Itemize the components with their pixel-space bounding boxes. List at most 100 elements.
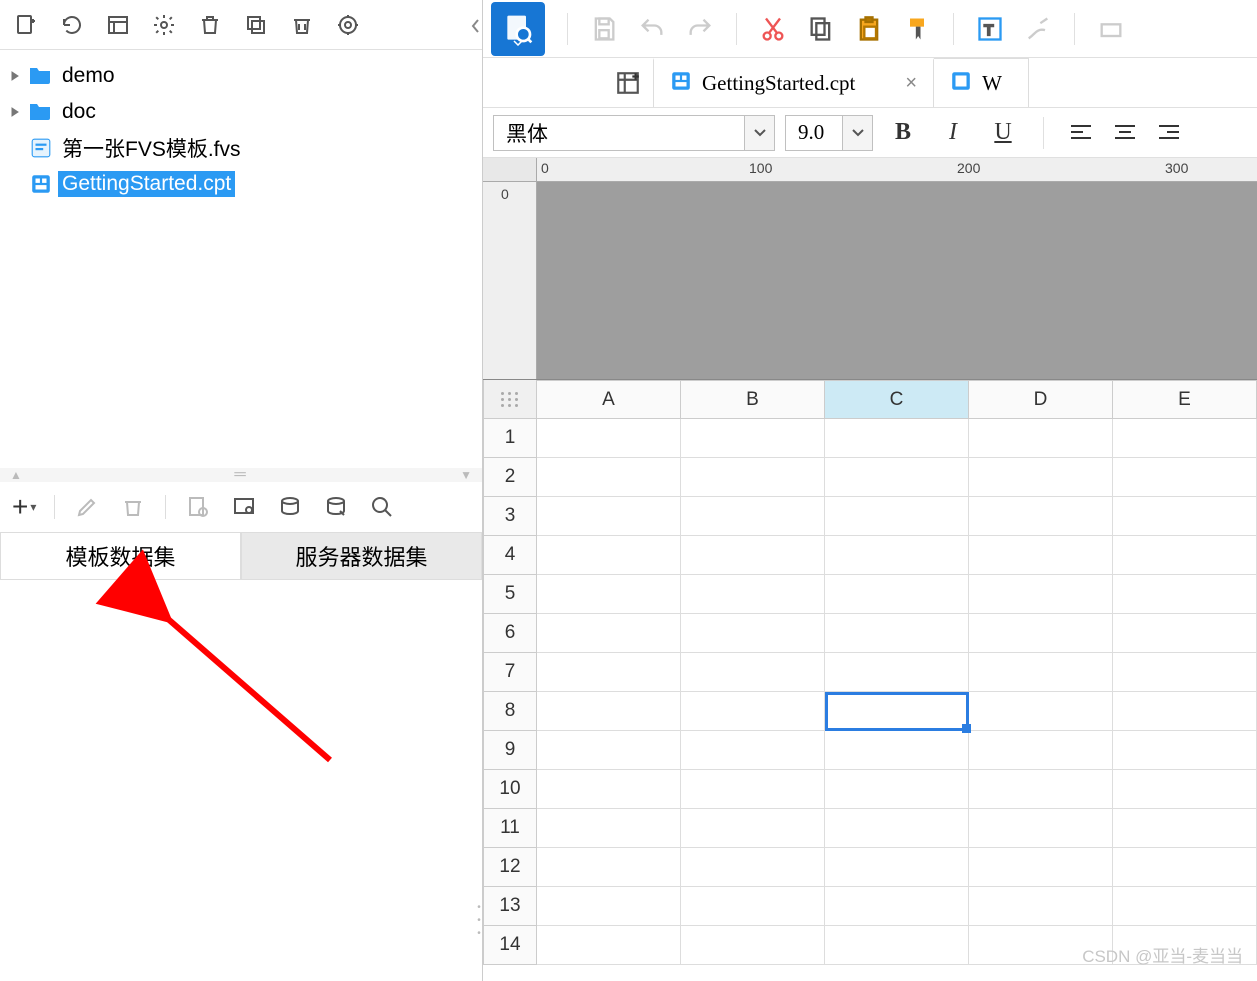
- cell[interactable]: [1113, 848, 1257, 887]
- tree-file-fvs[interactable]: 第一张FVS模板.fvs: [0, 130, 482, 166]
- cell[interactable]: [825, 887, 969, 926]
- format-painter-icon[interactable]: [895, 7, 939, 51]
- cell[interactable]: [1113, 614, 1257, 653]
- bold-button[interactable]: B: [883, 115, 923, 151]
- tab-server-dataset[interactable]: 服务器数据集: [241, 532, 482, 580]
- row-header[interactable]: 13: [483, 887, 537, 926]
- row-header[interactable]: 8: [483, 692, 537, 731]
- cell[interactable]: [825, 731, 969, 770]
- column-header[interactable]: A: [537, 380, 681, 419]
- row-header[interactable]: 12: [483, 848, 537, 887]
- cell[interactable]: [1113, 809, 1257, 848]
- cell[interactable]: [969, 458, 1113, 497]
- config-icon[interactable]: [230, 493, 258, 521]
- chevron-down-icon[interactable]: [744, 116, 774, 150]
- cell[interactable]: [825, 653, 969, 692]
- cell[interactable]: [1113, 926, 1257, 965]
- cell[interactable]: [537, 458, 681, 497]
- preview-icon[interactable]: [184, 493, 212, 521]
- cell[interactable]: [969, 653, 1113, 692]
- cell[interactable]: [825, 575, 969, 614]
- cell[interactable]: [537, 692, 681, 731]
- cell[interactable]: [537, 497, 681, 536]
- row-header[interactable]: 10: [483, 770, 537, 809]
- add-dataset-button[interactable]: +▾: [12, 493, 36, 521]
- cell[interactable]: [1113, 770, 1257, 809]
- app-icon[interactable]: [491, 2, 545, 56]
- cell[interactable]: [681, 575, 825, 614]
- cell[interactable]: [969, 419, 1113, 458]
- cell[interactable]: [681, 653, 825, 692]
- search-icon[interactable]: [368, 493, 396, 521]
- settings-gear-icon[interactable]: [150, 11, 178, 39]
- doc-tab-next[interactable]: W: [934, 58, 1029, 107]
- tree-file-cpt[interactable]: GettingStarted.cpt: [0, 166, 482, 202]
- cell[interactable]: [825, 458, 969, 497]
- list-view-icon[interactable]: [104, 11, 132, 39]
- cell[interactable]: [537, 887, 681, 926]
- align-right-icon[interactable]: [1152, 115, 1186, 151]
- refresh-icon[interactable]: [58, 11, 86, 39]
- row-header[interactable]: 2: [483, 458, 537, 497]
- row-header[interactable]: 4: [483, 536, 537, 575]
- new-file-icon[interactable]: [12, 11, 40, 39]
- cell[interactable]: [681, 731, 825, 770]
- cell[interactable]: [537, 926, 681, 965]
- row-header[interactable]: 14: [483, 926, 537, 965]
- new-tab-button[interactable]: [603, 58, 653, 107]
- row-header[interactable]: 9: [483, 731, 537, 770]
- row-header[interactable]: 3: [483, 497, 537, 536]
- cell[interactable]: [1113, 692, 1257, 731]
- italic-button[interactable]: I: [933, 115, 973, 151]
- cell[interactable]: [537, 848, 681, 887]
- column-header[interactable]: C: [825, 380, 969, 419]
- cell[interactable]: [681, 926, 825, 965]
- horizontal-splitter[interactable]: ▲ ═ ▼: [0, 468, 482, 482]
- cell[interactable]: [1113, 458, 1257, 497]
- paste-icon[interactable]: [847, 7, 891, 51]
- database-1-icon[interactable]: [276, 493, 304, 521]
- cell[interactable]: [537, 536, 681, 575]
- cell[interactable]: [537, 809, 681, 848]
- cell[interactable]: [537, 770, 681, 809]
- undo-icon[interactable]: [630, 7, 674, 51]
- cell[interactable]: [825, 536, 969, 575]
- cell[interactable]: [825, 809, 969, 848]
- database-2-icon[interactable]: [322, 493, 350, 521]
- redo-icon[interactable]: [678, 7, 722, 51]
- chevron-down-icon[interactable]: [842, 116, 872, 150]
- cell[interactable]: [825, 692, 969, 731]
- copy-icon[interactable]: [242, 11, 270, 39]
- delete-dataset-icon[interactable]: [119, 493, 147, 521]
- cell[interactable]: [825, 926, 969, 965]
- row-header[interactable]: 6: [483, 614, 537, 653]
- cell[interactable]: [1113, 887, 1257, 926]
- cell[interactable]: [969, 887, 1113, 926]
- effect-icon[interactable]: [1016, 7, 1060, 51]
- close-tab-icon[interactable]: ×: [905, 72, 917, 95]
- underline-button[interactable]: U: [983, 115, 1023, 151]
- cell[interactable]: [681, 887, 825, 926]
- doc-tab-active[interactable]: GettingStarted.cpt ×: [653, 58, 934, 107]
- cell[interactable]: [969, 575, 1113, 614]
- horizontal-ruler[interactable]: 0 100 200 300: [537, 158, 1257, 182]
- cell[interactable]: [681, 692, 825, 731]
- tree-folder-demo[interactable]: demo: [0, 58, 482, 94]
- cell[interactable]: [681, 497, 825, 536]
- tree-folder-doc[interactable]: doc: [0, 94, 482, 130]
- cell[interactable]: [825, 848, 969, 887]
- column-header[interactable]: B: [681, 380, 825, 419]
- cell[interactable]: [537, 614, 681, 653]
- copy-doc-icon[interactable]: [799, 7, 843, 51]
- cell[interactable]: [825, 419, 969, 458]
- save-icon[interactable]: [582, 7, 626, 51]
- cell[interactable]: [681, 458, 825, 497]
- cell[interactable]: [537, 653, 681, 692]
- cell[interactable]: [969, 536, 1113, 575]
- cell[interactable]: [1113, 419, 1257, 458]
- cell[interactable]: [969, 926, 1113, 965]
- cell[interactable]: [825, 497, 969, 536]
- more-icon[interactable]: [1089, 7, 1133, 51]
- row-header[interactable]: 1: [483, 419, 537, 458]
- vertical-ruler[interactable]: 0: [483, 182, 537, 379]
